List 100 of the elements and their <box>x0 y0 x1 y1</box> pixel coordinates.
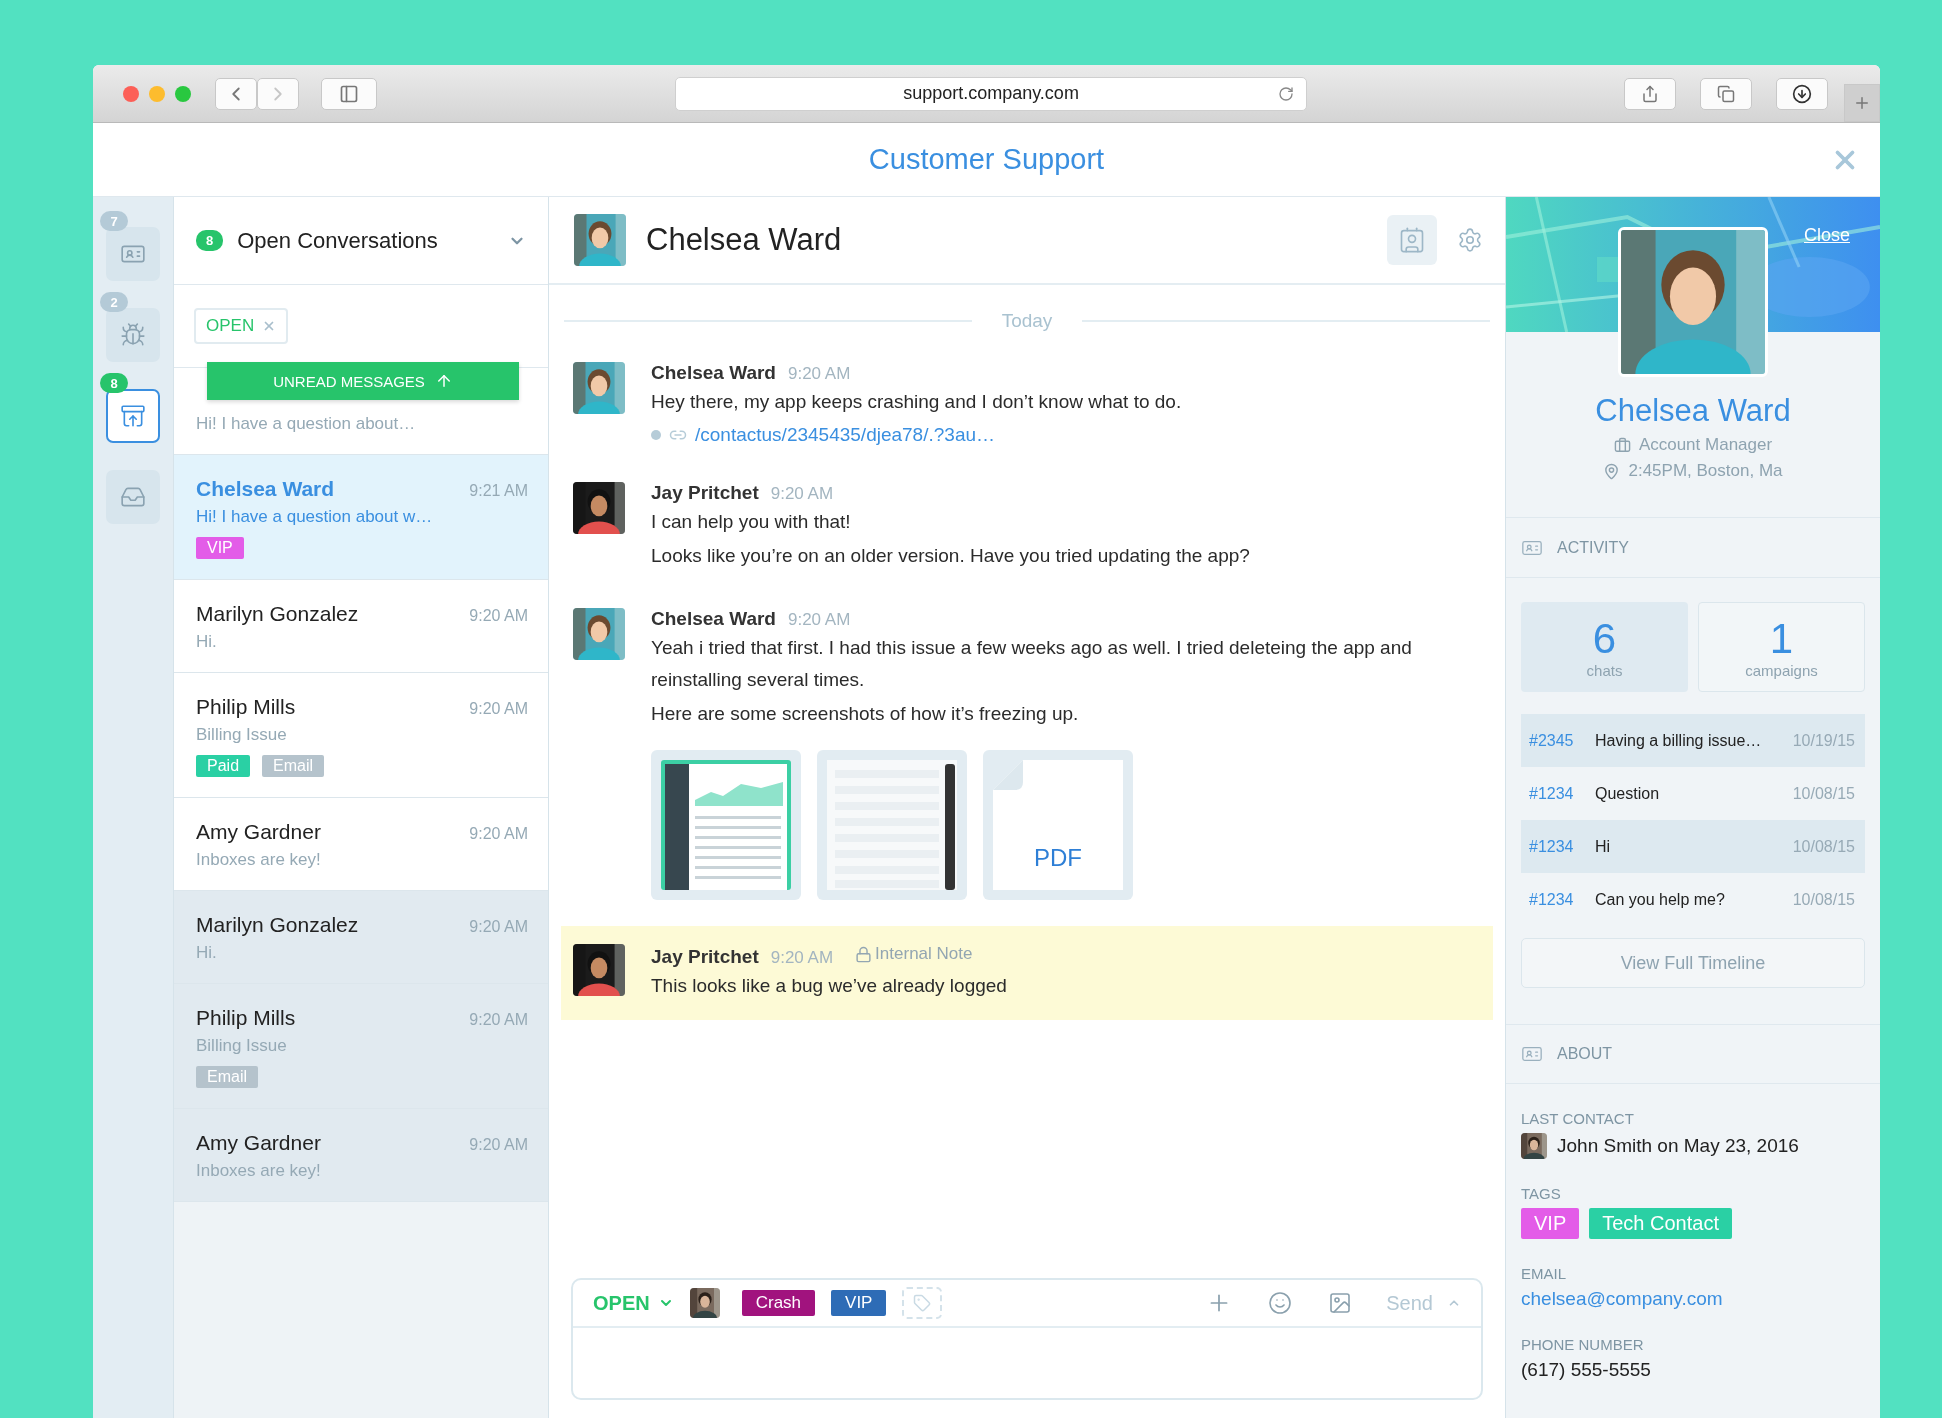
sidebar-item[interactable] <box>106 470 160 524</box>
tag: Crash <box>741 1290 816 1316</box>
conversation-item[interactable]: Marilyn Gonzalez 9:20 AM Hi. <box>174 580 548 673</box>
ticket-row[interactable]: #1234 Can you help me? 10/08/15 <box>1521 873 1865 926</box>
field-label: LAST CONTACT <box>1521 1110 1635 1127</box>
tabs-icon <box>1717 84 1735 103</box>
message-preview: Billing Issue <box>196 1036 288 1056</box>
new-tab-button[interactable] <box>1844 84 1880 122</box>
filter-chip[interactable]: OPEN <box>194 308 289 344</box>
inbox-icon <box>120 403 146 429</box>
author-name: Chelsea Ward <box>651 362 776 384</box>
forward-button[interactable] <box>257 77 299 110</box>
count-badge: 7 <box>100 211 128 231</box>
status-dropdown[interactable]: OPEN <box>593 1291 674 1315</box>
message-time: 9:20 AM <box>787 610 851 630</box>
ticket-date: 10/08/15 <box>1792 837 1855 856</box>
stat-tile[interactable]: 6 chats <box>1521 602 1688 692</box>
message-time: 9:20 AM <box>787 364 851 384</box>
message-time: 9:20 AM <box>469 1136 528 1154</box>
tag: Email <box>196 1066 258 1088</box>
screenshot-attachment[interactable] <box>651 750 801 900</box>
emoji-button[interactable] <box>1268 1291 1293 1315</box>
field-label: PHONE NUMBER <box>1521 1336 1645 1353</box>
email-link[interactable]: chelsea@company.com <box>1521 1288 1723 1310</box>
ticket-id: #1234 <box>1529 890 1575 909</box>
ticket-row[interactable]: #1234 Question 10/08/15 <box>1521 767 1865 820</box>
zoom-window-button[interactable] <box>175 85 191 102</box>
section-title: ACTIVITY <box>1557 538 1629 557</box>
message-time: 9:20 AM <box>469 700 528 718</box>
downloads-button[interactable] <box>1776 77 1828 110</box>
ticket-id: #1234 <box>1529 784 1575 803</box>
tag-icon <box>913 1294 932 1312</box>
back-button[interactable] <box>215 77 257 110</box>
briefcase-icon <box>1613 436 1631 454</box>
message-text: Yeah i tried that first. I had this issue a few weeks ago as well. I tried deleteing the app and reinstalling several times. <box>651 636 1413 692</box>
conversation-item[interactable]: Marilyn Gonzalez 9:20 AM Hi. <box>174 891 548 984</box>
conversation-item[interactable]: Chelsea Ward 9:21 AM Hi! I have a question about w… VIP <box>174 455 548 580</box>
contact-name: Amy Gardner <box>196 820 321 844</box>
bug-icon <box>120 322 146 348</box>
sidebar-button[interactable] <box>321 77 377 110</box>
section-title: ABOUT <box>1557 1045 1613 1063</box>
location-text: 2:45PM, Boston, Ma <box>1628 461 1783 481</box>
ticket-row[interactable]: #2345 Having a billing issue… 10/19/15 <box>1521 714 1865 767</box>
app-title: Customer Support <box>868 143 1105 176</box>
contact-name: Philip Mills <box>196 1006 296 1030</box>
field-value: John Smith on May 23, 2016 <box>1557 1135 1799 1157</box>
view-timeline-button[interactable]: View Full Timeline <box>1521 938 1865 988</box>
contact-name: Chelsea Ward <box>646 222 843 258</box>
lock-icon <box>855 945 873 963</box>
sidebar-item[interactable] <box>106 308 160 362</box>
pdf-attachment[interactable]: PDF <box>983 750 1133 900</box>
message-time: 9:20 AM <box>770 484 834 504</box>
download-icon <box>1792 83 1812 104</box>
tag: Paid <box>196 755 251 777</box>
message-link[interactable]: /contactus/2345435/djea78/.?3au… <box>695 424 995 446</box>
ticket-date: 10/08/15 <box>1792 890 1855 909</box>
message-time: 9:20 AM <box>469 1011 528 1029</box>
add-tag-button[interactable] <box>902 1287 943 1319</box>
dot-icon <box>651 430 661 440</box>
plus-icon <box>1853 94 1871 112</box>
conversation-item[interactable]: Amy Gardner 9:20 AM Inboxes are key! <box>174 1109 548 1202</box>
ticket-subject: Can you help me? <box>1595 890 1726 909</box>
sidebar-item[interactable] <box>106 389 160 443</box>
settings-button[interactable] <box>1457 227 1483 253</box>
tag: VIP <box>1521 1208 1580 1239</box>
conversation-item[interactable]: Philip Mills 9:20 AM Billing Issue Paid Email <box>174 673 548 798</box>
message-preview: Hi! I have a question about… <box>196 414 417 434</box>
close-window-button[interactable] <box>123 85 139 102</box>
url-text: support.company.com <box>903 83 1079 104</box>
ticket-row[interactable]: #1234 Hi 10/08/15 <box>1521 820 1865 873</box>
message-time: 9:20 AM <box>469 825 528 843</box>
stat-tile[interactable]: 1 campaigns <box>1698 602 1865 692</box>
field-label: TAGS <box>1521 1185 1562 1202</box>
unread-messages-toast[interactable]: UNREAD MESSAGES <box>207 362 519 400</box>
minimize-window-button[interactable] <box>149 85 165 102</box>
screenshot-attachment[interactable] <box>817 750 967 900</box>
tag: Tech Contact <box>1589 1208 1732 1239</box>
ticket-date: 10/08/15 <box>1792 784 1855 803</box>
message-text: Looks like you’re on an older version. Have you tried updating the app? <box>651 544 1250 568</box>
message-time: 9:21 AM <box>469 482 528 500</box>
author-name: Chelsea Ward <box>651 608 776 630</box>
location-icon <box>1603 462 1621 480</box>
list-title: Open Conversations <box>237 227 439 254</box>
count-badge: 2 <box>100 292 128 312</box>
conversation-item[interactable]: Philip Mills 9:20 AM Billing Issue Email <box>174 984 548 1109</box>
ticket-date: 10/19/15 <box>1792 731 1855 750</box>
gear-icon <box>1457 227 1483 253</box>
contact-card-icon <box>1398 226 1426 254</box>
tabs-button[interactable] <box>1700 77 1752 110</box>
image-icon <box>1328 1291 1353 1315</box>
sidebar-item[interactable] <box>106 227 160 281</box>
contact-card-button[interactable] <box>1387 215 1437 265</box>
tag: VIP <box>831 1290 887 1316</box>
address-field[interactable]: support.company.com <box>675 76 1307 111</box>
share-button[interactable] <box>1624 77 1676 110</box>
image-button[interactable] <box>1328 1291 1353 1315</box>
reload-icon[interactable] <box>1278 85 1294 102</box>
conversation-item[interactable]: Amy Gardner 9:20 AM Inboxes are key! <box>174 798 548 891</box>
message-preview: Inboxes are key! <box>196 850 322 870</box>
contact-name: Marilyn Gonzalez <box>196 602 359 626</box>
